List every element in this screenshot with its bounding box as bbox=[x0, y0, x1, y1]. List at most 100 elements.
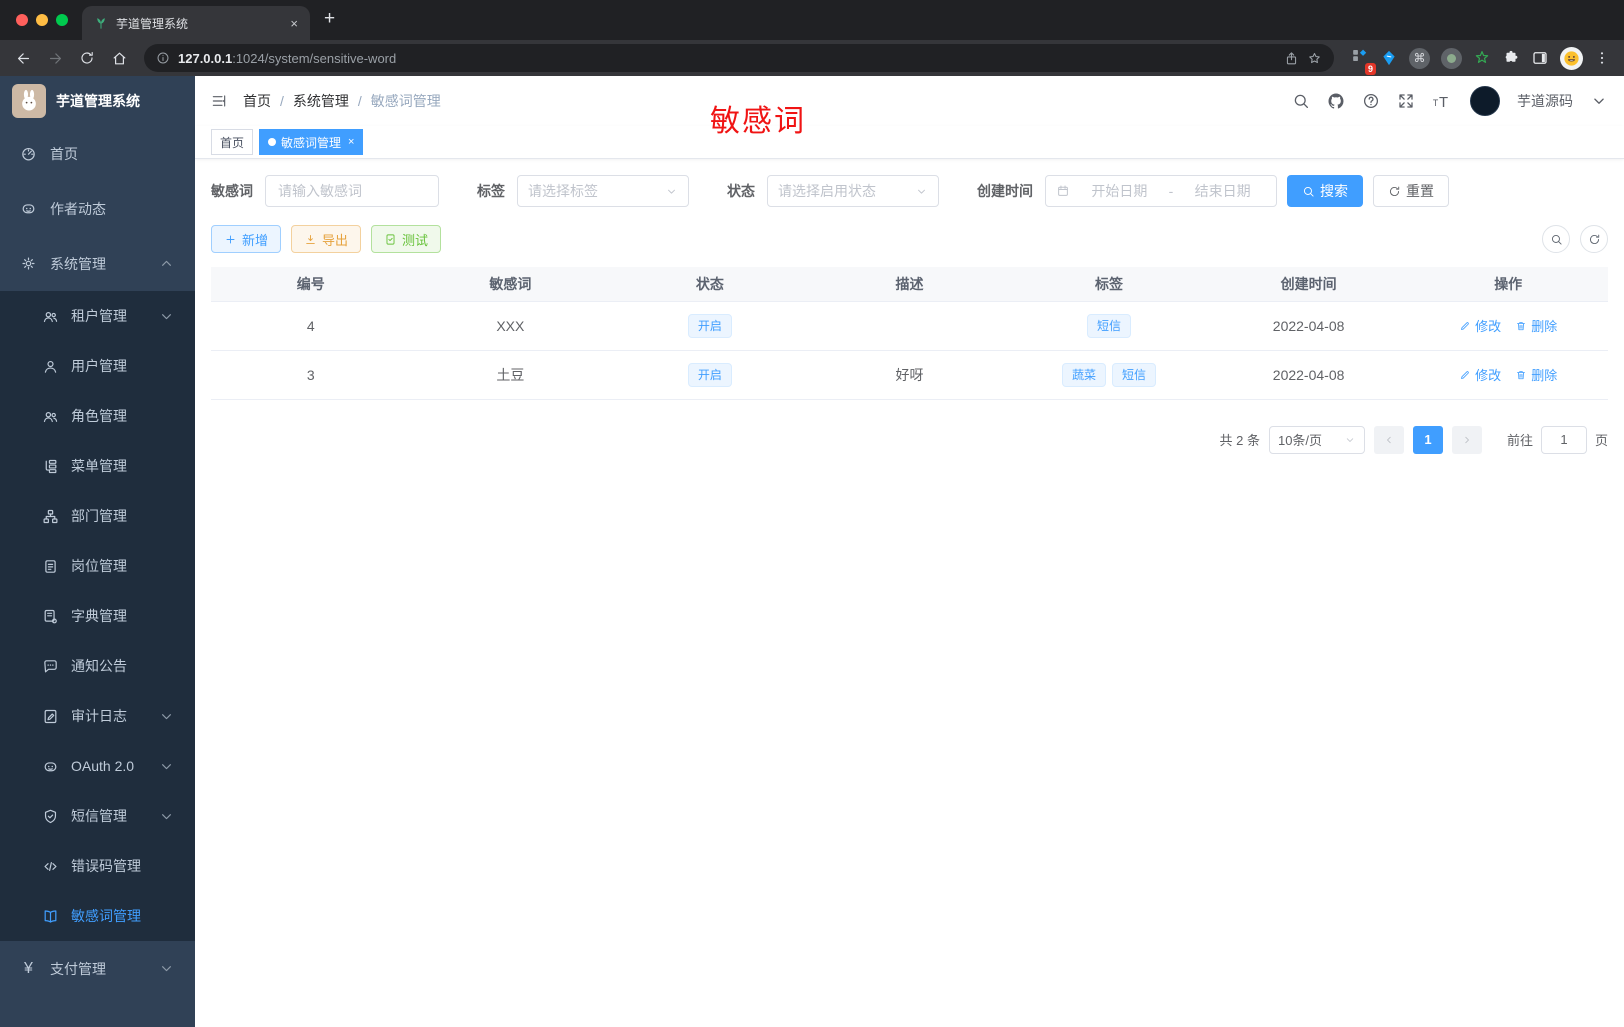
sidebar-item-system-management[interactable]: 系统管理 bbox=[0, 236, 195, 291]
edit-button[interactable]: 修改 bbox=[1459, 365, 1501, 384]
user-avatar[interactable] bbox=[1470, 86, 1500, 116]
cell-actions: 修改 删除 bbox=[1408, 350, 1608, 400]
user-name[interactable]: 芋道源码 bbox=[1517, 91, 1573, 111]
tag-close-icon[interactable]: × bbox=[348, 136, 354, 148]
next-page-button[interactable] bbox=[1451, 425, 1482, 454]
breadcrumb-current: 敏感词管理 bbox=[370, 93, 441, 109]
close-window-button[interactable] bbox=[16, 14, 28, 26]
sidebar-item-post[interactable]: 岗位管理 bbox=[0, 541, 195, 591]
green-star-icon[interactable] bbox=[1473, 49, 1491, 67]
user-icon bbox=[42, 358, 59, 375]
sidebar-item-label: 系统管理 bbox=[50, 255, 106, 272]
page-size-select[interactable]: 10条/页 bbox=[1268, 425, 1365, 454]
sidebar-item-notice[interactable]: 通知公告 bbox=[0, 641, 195, 691]
star-icon[interactable] bbox=[1307, 51, 1322, 66]
new-tab-button[interactable]: + bbox=[324, 8, 335, 30]
keyword-input[interactable] bbox=[265, 175, 439, 207]
sidebar-fold-icon[interactable] bbox=[211, 93, 227, 109]
sidebar-item-audit-log[interactable]: 审计日志 bbox=[0, 691, 195, 741]
command-circle-icon[interactable]: ⌘ bbox=[1409, 47, 1430, 69]
reset-button[interactable]: 重置 bbox=[1373, 175, 1449, 207]
search-icon[interactable] bbox=[1292, 92, 1310, 110]
col-word: 敏感词 bbox=[410, 267, 611, 302]
cell-word: 土豆 bbox=[410, 350, 611, 400]
reset-button-label: 重置 bbox=[1406, 183, 1434, 199]
puzzle-icon[interactable] bbox=[1502, 49, 1520, 67]
breadcrumb-home[interactable]: 首页 bbox=[243, 91, 271, 111]
sidebar-item-author-news[interactable]: 作者动态 bbox=[0, 181, 195, 236]
tag-select[interactable]: 请选择标签 bbox=[517, 175, 689, 207]
address-bar[interactable]: 127.0.0.1:1024/system/sensitive-word bbox=[144, 44, 1334, 72]
chevron-down-icon[interactable] bbox=[1590, 92, 1608, 110]
plus-icon bbox=[224, 233, 237, 246]
refresh-table-button[interactable] bbox=[1580, 225, 1608, 253]
reload-icon[interactable] bbox=[74, 45, 100, 71]
date-start-placeholder: 开始日期 bbox=[1091, 183, 1148, 199]
goto-page-input[interactable] bbox=[1540, 425, 1587, 454]
export-button[interactable]: 导出 bbox=[291, 225, 362, 253]
side-panel-icon[interactable] bbox=[1531, 49, 1549, 67]
pagination: 共 2 条 10条/页 1 前往 页 bbox=[211, 425, 1608, 454]
extensions-area: 9 ⌘ bbox=[1350, 46, 1610, 75]
emoji-avatar[interactable] bbox=[1560, 46, 1583, 70]
edit-button[interactable]: 修改 bbox=[1459, 316, 1501, 335]
zoom-window-button[interactable] bbox=[56, 14, 68, 26]
sidebar-item-sms[interactable]: 短信管理 bbox=[0, 791, 195, 841]
sidebar-item-sensitive-word[interactable]: 敏感词管理 bbox=[0, 891, 195, 941]
fullscreen-icon[interactable] bbox=[1397, 92, 1415, 110]
sidebar-item-department[interactable]: 部门管理 bbox=[0, 491, 195, 541]
sidebar-item-oauth[interactable]: OAuth 2.0 bbox=[0, 741, 195, 791]
sidebar-item-payment[interactable]: ¥ 支付管理 bbox=[0, 941, 195, 996]
chevron-down-icon bbox=[158, 708, 175, 725]
keyword-label: 敏感词 bbox=[211, 183, 253, 199]
sidebar: 芋道管理系统 首页 作者动态 系统管理 租户管理 用户管理 角色管理 菜单管理 … bbox=[0, 76, 195, 1027]
record-circle-icon[interactable] bbox=[1441, 47, 1462, 69]
help-icon[interactable] bbox=[1362, 92, 1380, 110]
date-range-picker[interactable]: 开始日期 - 结束日期 bbox=[1045, 175, 1277, 207]
search-button[interactable]: 搜索 bbox=[1287, 175, 1363, 207]
share-icon[interactable] bbox=[1284, 51, 1299, 66]
forward-icon[interactable] bbox=[42, 45, 68, 71]
app-logo[interactable]: 芋道管理系统 bbox=[0, 76, 195, 126]
add-button[interactable]: 新增 bbox=[211, 225, 282, 253]
sidebar-item-menu[interactable]: 菜单管理 bbox=[0, 441, 195, 491]
filter-tag: 标签 请选择标签 bbox=[477, 175, 689, 207]
table-row: 3 土豆 开启 好呀 蔬菜 短信 2022-04-08 修改 删除 bbox=[211, 350, 1608, 400]
extension-grid-icon[interactable]: 9 bbox=[1350, 46, 1376, 75]
kebab-menu-icon[interactable] bbox=[1594, 50, 1610, 66]
minimize-window-button[interactable] bbox=[36, 14, 48, 26]
sidebar-item-role[interactable]: 角色管理 bbox=[0, 391, 195, 441]
sidebar-item-dict[interactable]: 字典管理 bbox=[0, 591, 195, 641]
delete-button[interactable]: 删除 bbox=[1515, 365, 1557, 384]
kite-icon[interactable] bbox=[1380, 49, 1398, 67]
github-icon[interactable] bbox=[1327, 92, 1345, 110]
chevron-down-icon bbox=[158, 960, 175, 977]
sidebar-item-user[interactable]: 用户管理 bbox=[0, 341, 195, 391]
sidebar-item-home[interactable]: 首页 bbox=[0, 126, 195, 181]
cell-created: 2022-04-08 bbox=[1208, 301, 1409, 351]
page-number-button[interactable]: 1 bbox=[1412, 425, 1443, 454]
back-icon[interactable] bbox=[10, 45, 36, 71]
tag-sensitive-word[interactable]: 敏感词管理 × bbox=[259, 129, 364, 155]
font-size-icon[interactable] bbox=[1432, 91, 1453, 112]
sidebar-item-tenant[interactable]: 租户管理 bbox=[0, 291, 195, 341]
extension-badge: 9 bbox=[1364, 63, 1376, 75]
breadcrumb-system[interactable]: 系统管理 bbox=[293, 91, 349, 111]
sidebar-item-label: 部门管理 bbox=[71, 508, 127, 524]
home-icon[interactable] bbox=[106, 45, 132, 71]
date-end-placeholder: 结束日期 bbox=[1194, 183, 1251, 199]
chevron-right-icon bbox=[1461, 434, 1473, 446]
breadcrumb: 首页 / 系统管理 / 敏感词管理 bbox=[243, 91, 441, 111]
sidebar-item-error-code[interactable]: 错误码管理 bbox=[0, 841, 195, 891]
test-button[interactable]: 测试 bbox=[371, 225, 442, 253]
browser-tab[interactable]: 芋道管理系统 × bbox=[82, 6, 310, 40]
info-icon[interactable] bbox=[156, 51, 170, 65]
status-select[interactable]: 请选择启用状态 bbox=[767, 175, 939, 207]
prev-page-button[interactable] bbox=[1373, 425, 1404, 454]
chevron-down-icon bbox=[158, 758, 175, 775]
post-icon bbox=[42, 558, 59, 575]
tab-close-icon[interactable]: × bbox=[290, 16, 298, 31]
toggle-search-button[interactable] bbox=[1542, 225, 1570, 253]
tag-home[interactable]: 首页 bbox=[211, 129, 254, 155]
delete-button[interactable]: 删除 bbox=[1515, 316, 1557, 335]
